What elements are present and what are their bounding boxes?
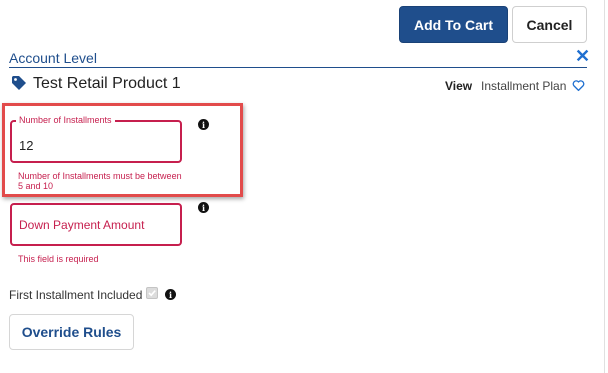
installments-value[interactable]: 12: [19, 138, 33, 153]
add-to-cart-button[interactable]: Add To Cart: [399, 6, 508, 43]
info-icon[interactable]: i: [198, 202, 209, 213]
checkmark-icon: [148, 290, 156, 297]
first-installment-label: First Installment Included: [9, 288, 143, 302]
panel-right-border: [604, 0, 605, 373]
info-icon[interactable]: i: [198, 119, 209, 130]
down-payment-error: This field is required: [18, 254, 99, 264]
heart-outline-icon[interactable]: [572, 79, 585, 92]
section-title: Account Level: [9, 50, 97, 66]
cancel-button[interactable]: Cancel: [512, 6, 587, 43]
section-divider: [9, 67, 587, 68]
info-icon[interactable]: i: [165, 289, 176, 300]
override-rules-button[interactable]: Override Rules: [9, 314, 134, 350]
installment-plan-label: Installment Plan: [481, 79, 567, 93]
installments-field[interactable]: [10, 120, 182, 163]
installments-field-label: Number of Installments: [16, 115, 115, 125]
tag-icon: [12, 76, 26, 90]
view-link[interactable]: View: [445, 79, 472, 93]
down-payment-placeholder: Down Payment Amount: [19, 218, 145, 232]
close-icon[interactable]: ✕: [575, 46, 590, 66]
first-installment-checkbox[interactable]: [146, 287, 158, 299]
installments-error: Number of Installments must be between 5…: [18, 171, 182, 191]
product-name: Test Retail Product 1: [33, 75, 181, 92]
